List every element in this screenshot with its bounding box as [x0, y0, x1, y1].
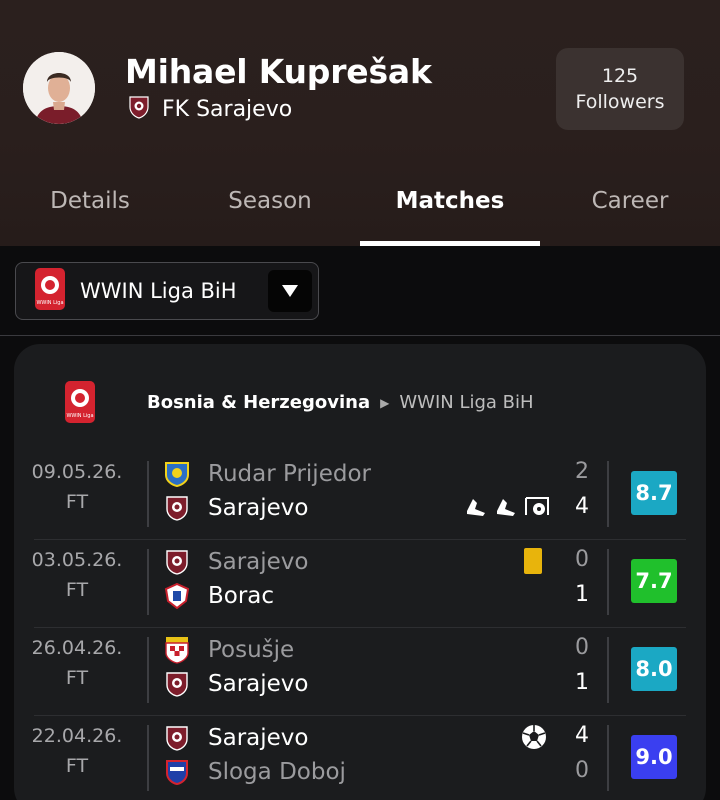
- sarajevo-crest-icon: [166, 496, 188, 521]
- sloga-crest-icon: [166, 760, 188, 785]
- player-header: Mihael Kuprešak FK Sarajevo 125 Follower…: [0, 0, 720, 246]
- rating-badge: 8.0: [631, 647, 677, 691]
- match-row[interactable]: 26.04.26. FT Posušje Sarajevo 0 1 8.0: [14, 633, 706, 713]
- tab-career[interactable]: Career: [540, 180, 720, 246]
- match-row[interactable]: 09.05.26. FT Rudar Prijedor Sarajevo 2 4 …: [14, 457, 706, 537]
- svg-text:WWIN Liga: WWIN Liga: [36, 300, 63, 306]
- breadcrumb[interactable]: Bosnia & Herzegovina ▶ WWIN Liga BiH: [147, 392, 534, 413]
- divider: [34, 715, 686, 716]
- divider: [34, 627, 686, 628]
- away-score: 1: [575, 670, 589, 695]
- tab-season[interactable]: Season: [180, 180, 360, 246]
- divider: [147, 549, 149, 615]
- match-date: 03.05.26. FT: [31, 549, 123, 601]
- home-team: Sarajevo: [164, 545, 308, 579]
- home-score: 0: [575, 635, 589, 660]
- rating-badge: 7.7: [631, 559, 677, 603]
- home-score: 0: [575, 547, 589, 572]
- borac-crest-icon: [164, 583, 190, 609]
- football-icon: [522, 725, 546, 749]
- away-score: 1: [575, 582, 589, 607]
- away-score: 0: [575, 758, 589, 783]
- player-avatar[interactable]: [23, 52, 95, 124]
- away-team: Sloga Doboj: [164, 755, 346, 789]
- league-dropdown-value: WWIN Liga BiH: [80, 279, 237, 303]
- sarajevo-crest-icon: [166, 726, 188, 751]
- svg-text:WWIN Liga: WWIN Liga: [66, 413, 93, 419]
- match-row[interactable]: 03.05.26. FT Sarajevo Borac 0 1 7.7: [14, 545, 706, 625]
- divider: [607, 549, 609, 615]
- divider: [607, 725, 609, 791]
- match-date: 22.04.26. FT: [31, 725, 123, 777]
- divider: [607, 637, 609, 703]
- match-date: 09.05.26. FT: [31, 461, 123, 513]
- club-crest-icon: [128, 95, 150, 123]
- match-events: [520, 723, 548, 751]
- match-date: 26.04.26. FT: [31, 637, 123, 689]
- goal-post-icon: [525, 497, 549, 515]
- away-team: Sarajevo: [164, 491, 308, 525]
- followers-label: Followers: [575, 91, 665, 113]
- chevron-down-icon[interactable]: [268, 270, 312, 312]
- breadcrumb-league[interactable]: WWIN Liga BiH: [399, 392, 533, 413]
- rudar-crest-icon: [165, 462, 189, 487]
- home-team: Posušje: [164, 633, 294, 667]
- player-name: Mihael Kuprešak: [125, 52, 432, 91]
- player-club[interactable]: FK Sarajevo: [128, 95, 292, 123]
- breadcrumb-country[interactable]: Bosnia & Herzegovina: [147, 392, 370, 413]
- tab-bar: Details Season Matches Career: [0, 180, 720, 246]
- away-team: Sarajevo: [164, 667, 308, 701]
- competition-logo: WWIN Liga: [64, 380, 96, 424]
- league-dropdown[interactable]: WWIN Liga WWIN Liga BiH: [15, 262, 319, 320]
- match-events: [464, 495, 550, 519]
- divider: [607, 461, 609, 527]
- followers-button[interactable]: 125 Followers: [556, 48, 684, 130]
- rating-badge: 8.7: [631, 471, 677, 515]
- match-events: [524, 548, 542, 574]
- divider: [34, 539, 686, 540]
- divider: [147, 461, 149, 527]
- away-team: Borac: [164, 579, 274, 613]
- home-team: Sarajevo: [164, 721, 308, 755]
- home-team: Rudar Prijedor: [164, 457, 371, 491]
- divider: [0, 335, 720, 336]
- tab-matches[interactable]: Matches: [360, 180, 540, 246]
- sarajevo-crest-icon: [166, 672, 188, 697]
- chevron-right-icon: ▶: [380, 395, 390, 410]
- league-logo-icon: WWIN Liga: [65, 381, 95, 423]
- assist-icon: [467, 499, 485, 516]
- home-score: 2: [575, 459, 589, 484]
- match-row[interactable]: 22.04.26. FT Sarajevo Sloga Doboj 4 0 9.…: [14, 721, 706, 800]
- posusje-crest-icon: [165, 637, 189, 664]
- followers-count: 125: [601, 65, 639, 87]
- matches-card: WWIN Liga Bosnia & Herzegovina ▶ WWIN Li…: [14, 344, 706, 800]
- tab-details[interactable]: Details: [0, 180, 180, 246]
- assist-icon: [497, 499, 515, 516]
- home-score: 4: [575, 723, 589, 748]
- divider: [147, 725, 149, 791]
- yellow-card-icon: [524, 548, 542, 574]
- rating-badge: 9.0: [631, 735, 677, 779]
- league-logo-icon: WWIN Liga: [34, 267, 66, 315]
- divider: [147, 637, 149, 703]
- away-score: 4: [575, 494, 589, 519]
- sarajevo-crest-icon: [166, 550, 188, 575]
- club-name: FK Sarajevo: [162, 96, 293, 122]
